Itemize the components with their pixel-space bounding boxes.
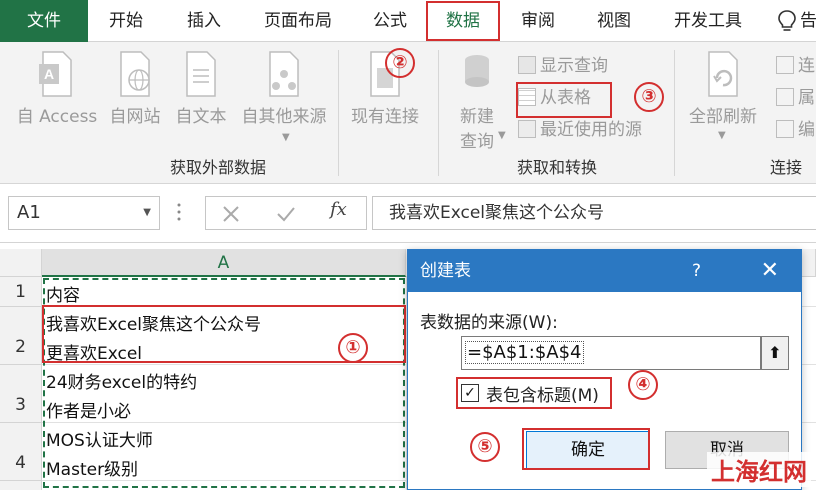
column-header-a[interactable]: A (42, 249, 406, 277)
database-icon (465, 55, 489, 87)
insert-function-icon[interactable]: fx (330, 199, 347, 220)
chevron-down-icon: ▼ (498, 130, 506, 141)
tab-formulas[interactable]: 公式 (364, 0, 416, 42)
name-box-value: A1 (17, 202, 41, 223)
from-web-button[interactable]: 自网站 (104, 50, 166, 127)
tab-insert[interactable]: 插入 (178, 0, 230, 42)
highlight-ok-button (522, 428, 650, 470)
group-label-connections: 连接 (769, 158, 802, 177)
refresh-all-button[interactable]: 全部刷新 (680, 50, 766, 127)
group-label-external-data: 获取外部数据 (169, 158, 266, 177)
tab-file[interactable]: 文件 (0, 0, 88, 42)
annotation-1: ① (338, 333, 368, 363)
existing-connections-label: 现有连接 (351, 107, 419, 127)
select-all-corner[interactable] (0, 249, 42, 277)
group-label-get-transform: 获取和转换 (516, 158, 597, 177)
access-file-icon: A (39, 51, 72, 97)
annotation-4: ④ (628, 370, 658, 400)
show-queries-label: 显示查询 (540, 56, 608, 76)
formula-input[interactable]: 我喜欢Excel聚焦这个公众号 (372, 196, 816, 230)
refresh-all-label: 全部刷新 (689, 107, 757, 127)
recent-sources-icon (518, 120, 536, 138)
other-sources-icon (269, 51, 299, 97)
collapse-dialog-icon[interactable]: ⬆ (761, 336, 789, 370)
globe-file-icon (120, 51, 150, 97)
from-other-sources-label: 自其他来源 (241, 107, 327, 127)
tab-developer[interactable]: 开发工具 (664, 0, 752, 42)
tab-view[interactable]: 视图 (588, 0, 640, 42)
edit-links-label: 编 (798, 120, 815, 140)
connections-button[interactable]: 连 (776, 54, 815, 78)
formula-bar: A1 ▼ fx 我喜欢Excel聚焦这个公众号 (0, 184, 816, 242)
edit-links-button[interactable]: 编 (776, 118, 815, 142)
properties-label: 属 (798, 88, 815, 108)
formula-buttons: fx (205, 196, 367, 230)
properties-button[interactable]: 属 (776, 86, 815, 110)
row-header-4[interactable]: 4 (0, 423, 42, 481)
show-queries-button[interactable]: 显示查询 (518, 54, 608, 78)
recent-sources-button[interactable]: 最近使用的源 (518, 118, 642, 142)
source-label: 表数据的来源(W): (420, 313, 558, 333)
group-divider (674, 50, 675, 176)
recent-sources-label: 最近使用的源 (540, 120, 642, 140)
refresh-icon (708, 51, 738, 97)
annotation-3: ③ (634, 82, 664, 112)
from-access-label: 自 Access (16, 107, 98, 127)
edit-links-icon (776, 120, 794, 138)
svg-text:A: A (44, 66, 54, 82)
tab-data[interactable]: 数据 (426, 1, 500, 41)
row-header-1[interactable]: 1 (0, 277, 42, 307)
connections-icon (776, 56, 794, 74)
tab-home[interactable]: 开始 (100, 0, 152, 42)
from-web-label: 自网站 (109, 107, 161, 127)
cancel-icon[interactable] (222, 205, 240, 223)
lightbulb-icon[interactable] (776, 9, 798, 33)
chevron-down-icon: ▼ (718, 130, 726, 141)
close-icon[interactable]: ✕ (761, 250, 779, 292)
show-queries-icon (518, 56, 536, 74)
row-header-3[interactable]: 3 (0, 365, 42, 423)
row-header-5[interactable] (0, 481, 42, 490)
highlight-from-table (516, 82, 612, 118)
chevron-down-icon: ▼ (282, 132, 290, 143)
from-text-button[interactable]: 自文本 (170, 50, 232, 127)
connections-label: 连 (798, 56, 815, 76)
help-icon[interactable]: ? (692, 250, 701, 292)
range-value: =$A$1:$A$4 (465, 341, 584, 364)
tab-tell-me[interactable]: 告 (800, 0, 816, 42)
from-other-sources-button[interactable]: 自其他来源 (236, 50, 332, 127)
range-input[interactable]: =$A$1:$A$4 (461, 336, 761, 370)
tab-page-layout[interactable]: 页面布局 (254, 0, 342, 42)
chevron-down-icon[interactable]: ▼ (143, 197, 151, 229)
check-icon[interactable] (276, 205, 296, 223)
from-text-label: 自文本 (175, 107, 227, 127)
annotation-5: ⑤ (470, 432, 500, 462)
tab-review[interactable]: 审阅 (512, 0, 564, 42)
ribbon-tab-bar: 文件 开始 插入 页面布局 公式 数据 审阅 视图 开发工具 告 (0, 0, 816, 42)
row-header-2[interactable]: 2 (0, 307, 42, 365)
dialog-title: 创建表 (408, 250, 801, 292)
annotation-2: ② (385, 48, 415, 78)
watermark: 上海红网 (707, 452, 811, 487)
new-query-label-1: 新建 (460, 107, 494, 127)
name-box[interactable]: A1 ▼ (8, 196, 160, 230)
text-file-icon (186, 51, 216, 97)
highlight-checkbox (456, 377, 612, 409)
group-divider (438, 50, 439, 176)
from-access-button[interactable]: A 自 Access (14, 50, 100, 127)
properties-icon (776, 88, 794, 106)
drag-handle-icon[interactable] (176, 202, 182, 222)
group-divider (338, 50, 339, 176)
